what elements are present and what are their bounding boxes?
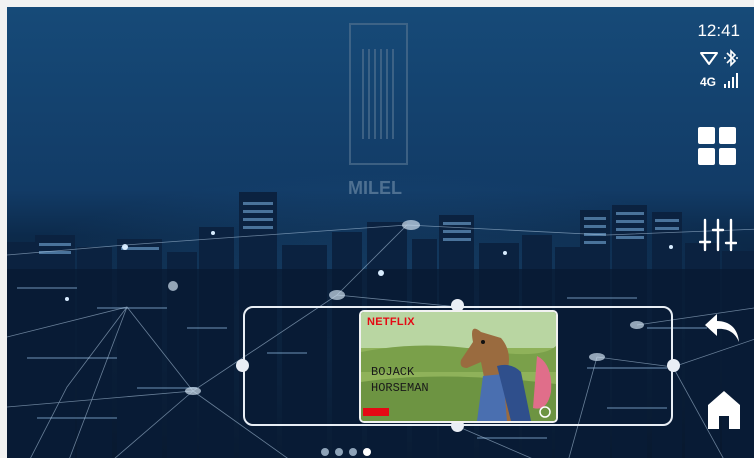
signal-icon [724, 73, 738, 88]
wallpaper-brand-text: MILEL [348, 178, 402, 198]
show-title: BoJACK HORSEMAN [371, 365, 429, 395]
page-dot-active[interactable] [363, 448, 371, 456]
sliders-icon[interactable] [699, 216, 737, 254]
back-arrow-icon[interactable] [703, 312, 741, 346]
page-indicator [321, 448, 371, 456]
clock: 12:41 [697, 21, 740, 40]
page-dot[interactable] [321, 448, 329, 456]
network-row: 4G [680, 73, 740, 91]
resize-handle-right[interactable] [667, 359, 680, 372]
page-dot[interactable] [349, 448, 357, 456]
bluetooth-icon [724, 49, 738, 67]
home-screen: MILEL 12:41 4G NETFLIX BOJACK HORSEMAN [0, 0, 754, 458]
media-thumbnail[interactable]: NETFLIX BoJACK HORSEMAN [359, 310, 558, 423]
home-icon[interactable] [706, 390, 742, 430]
status-icons-row [680, 49, 740, 67]
resize-handle-left[interactable] [236, 359, 249, 372]
page-dot[interactable] [335, 448, 343, 456]
wifi-icon [700, 52, 718, 65]
grid-apps-icon[interactable] [698, 127, 736, 165]
netflix-logo: NETFLIX [367, 316, 415, 328]
network-type: 4G [699, 75, 716, 89]
status-bar: 12:41 4G [680, 21, 740, 91]
